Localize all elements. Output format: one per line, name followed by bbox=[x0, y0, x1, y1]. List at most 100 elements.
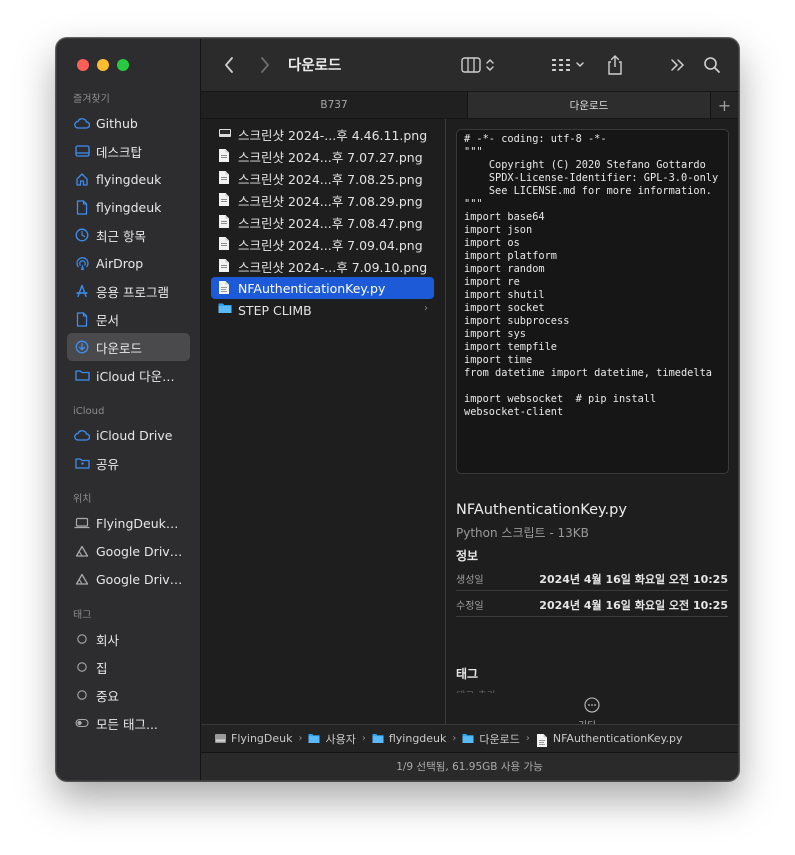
folder-icon bbox=[74, 367, 90, 383]
sidebar-item[interactable]: 최근 항목 bbox=[67, 221, 190, 249]
sidebar-item[interactable]: 모든 태그... bbox=[67, 709, 190, 737]
sidebar-favorites: 즐겨찾기 Github 데스크탑 flyingdeuk flyingdeuk 최근 항목… bbox=[57, 91, 201, 389]
sidebar-item-label: iCloud 다운… bbox=[96, 368, 175, 384]
file-row[interactable]: 스크린샷 2024-...후 7.09.10.png bbox=[211, 255, 434, 277]
zoom-window-button[interactable] bbox=[117, 59, 129, 71]
chevron-down-icon bbox=[576, 62, 584, 68]
sidebar-item[interactable]: AirDrop bbox=[67, 249, 190, 277]
sidebar-item-label: AirDrop bbox=[96, 255, 144, 271]
path-crumb[interactable]: 다운로드 bbox=[462, 731, 520, 747]
sidebar-item[interactable]: 다운로드 bbox=[67, 333, 190, 361]
sidebar-item[interactable]: 응용 프로그램 bbox=[67, 277, 190, 305]
sidebar-item-label: 다운로드 bbox=[96, 340, 143, 356]
more-toolbar-button[interactable] bbox=[667, 55, 689, 75]
close-window-button[interactable] bbox=[77, 59, 89, 71]
window-title: 다운로드 bbox=[288, 58, 342, 74]
folder-row[interactable]: STEP CLIMB › bbox=[211, 299, 434, 321]
add-tags-field[interactable]: 태그 추가... bbox=[456, 687, 506, 693]
status-bar: 1/9 선택됨, 61.95GB 사용 가능 bbox=[201, 752, 738, 780]
path-crumb-label: NFAuthenticationKey.py bbox=[552, 732, 683, 745]
finder-window: 즐겨찾기 Github 데스크탑 flyingdeuk flyingdeuk 최근 항목… bbox=[56, 38, 739, 781]
image-file-icon bbox=[218, 258, 232, 274]
view-mode-button[interactable] bbox=[457, 53, 499, 77]
path-crumb[interactable]: flyingdeuk bbox=[372, 732, 446, 745]
path-separator-icon: › bbox=[298, 733, 303, 744]
disk-icon bbox=[214, 733, 226, 744]
back-button[interactable] bbox=[219, 55, 239, 75]
share-icon bbox=[608, 55, 622, 75]
sidebar-item-label: 중요 bbox=[96, 688, 120, 704]
file-row[interactable]: 스크린샷 2024...후 7.09.04.png bbox=[211, 233, 434, 255]
path-crumb-label: 다운로드 bbox=[479, 732, 520, 746]
sidebar-item-label: flyingdeuk bbox=[96, 171, 162, 187]
file-name: 스크린샷 2024...후 7.08.25.png bbox=[238, 171, 423, 187]
shared-folder-icon bbox=[74, 455, 90, 471]
sidebar-item[interactable]: Github bbox=[67, 109, 190, 137]
modified-label: 수정일 bbox=[456, 601, 484, 612]
sidebar-item-label: flyingdeuk bbox=[96, 199, 162, 215]
tab-b737[interactable]: B737 bbox=[201, 92, 468, 118]
sidebar-item[interactable]: 중요 bbox=[67, 681, 190, 709]
tag-circle-icon bbox=[74, 659, 90, 675]
sidebar-item[interactable]: Google Driv… bbox=[67, 537, 190, 565]
document-icon bbox=[74, 199, 90, 215]
file-name: 스크린샷 2024...후 7.08.29.png bbox=[238, 193, 423, 209]
search-button[interactable] bbox=[701, 54, 723, 76]
sidebar-item-label: 응용 프로그램 bbox=[96, 284, 169, 300]
sidebar-item[interactable]: 집 bbox=[67, 653, 190, 681]
group-button[interactable] bbox=[549, 53, 587, 77]
sidebar-item[interactable]: FlyingDeuk… bbox=[67, 509, 190, 537]
sidebar-item-label: 문서 bbox=[96, 312, 120, 328]
file-name: 스크린샷 2024-...후 4.46.11.png bbox=[238, 127, 428, 143]
modified-value: 2024년 4월 16일 화요일 오전 10:25 bbox=[539, 598, 728, 612]
sidebar-item-label: 회사 bbox=[96, 632, 120, 648]
sidebar-item[interactable]: 데스크탑 bbox=[67, 137, 190, 165]
new-tab-button[interactable]: + bbox=[711, 92, 738, 118]
sidebar-item-label: 최근 항목 bbox=[96, 228, 146, 244]
sidebar-item-label: 모든 태그... bbox=[96, 716, 158, 732]
home-icon bbox=[74, 171, 90, 187]
chevron-right-icon: › bbox=[424, 303, 428, 314]
applications-icon bbox=[74, 283, 90, 299]
sidebar-item[interactable]: 회사 bbox=[67, 625, 190, 653]
sidebar-item[interactable]: iCloud Drive bbox=[67, 421, 190, 449]
file-row[interactable]: 스크린샷 2024...후 7.07.27.png bbox=[211, 145, 434, 167]
file-row[interactable]: 스크린샷 2024...후 7.08.47.png bbox=[211, 211, 434, 233]
sidebar-item[interactable]: 공유 bbox=[67, 449, 190, 477]
sidebar-item-label: 집 bbox=[96, 660, 108, 676]
minimize-window-button[interactable] bbox=[97, 59, 109, 71]
preview-info-heading: 정보 bbox=[456, 549, 479, 563]
clock-icon bbox=[74, 227, 90, 243]
updown-chevron-icon bbox=[486, 59, 494, 71]
created-label: 생성일 bbox=[456, 575, 484, 586]
columns-view-icon bbox=[461, 57, 481, 73]
sidebar-item[interactable]: iCloud 다운… bbox=[67, 361, 190, 389]
preview-file-name: NFAuthenticationKey.py bbox=[456, 502, 627, 518]
sidebar-item[interactable]: flyingdeuk bbox=[67, 165, 190, 193]
file-list-column: 스크린샷 2024-...후 4.46.11.png 스크린샷 2024...후 … bbox=[201, 119, 446, 724]
file-name: 스크린샷 2024...후 7.09.04.png bbox=[238, 237, 423, 253]
tab-bar: B737 다운로드 + bbox=[201, 91, 738, 119]
file-row[interactable]: NFAuthenticationKey.py bbox=[211, 277, 434, 299]
sidebar-item[interactable]: flyingdeuk bbox=[67, 193, 190, 221]
window-controls bbox=[77, 59, 129, 71]
forward-button[interactable] bbox=[255, 55, 275, 75]
toolbar: 다운로드 bbox=[201, 39, 738, 91]
path-crumb[interactable]: FlyingDeuk bbox=[214, 732, 292, 745]
airdrop-icon bbox=[74, 255, 90, 271]
path-crumb[interactable]: 사용자 bbox=[308, 731, 356, 747]
python-file-icon bbox=[536, 733, 548, 747]
path-crumb[interactable]: NFAuthenticationKey.py bbox=[536, 732, 683, 747]
preview-tags-heading: 태그 bbox=[456, 667, 479, 681]
sidebar-item[interactable]: 문서 bbox=[67, 305, 190, 333]
share-button[interactable] bbox=[603, 52, 627, 78]
tab-downloads[interactable]: 다운로드 bbox=[468, 92, 711, 118]
file-row[interactable]: 스크린샷 2024-...후 4.46.11.png bbox=[211, 123, 434, 145]
file-row[interactable]: 스크린샷 2024...후 7.08.29.png bbox=[211, 189, 434, 211]
sidebar-item[interactable]: Google Driv… bbox=[67, 565, 190, 593]
created-value: 2024년 4월 16일 화요일 오전 10:25 bbox=[539, 572, 728, 586]
path-crumb-label: FlyingDeuk bbox=[231, 732, 293, 745]
file-row[interactable]: 스크린샷 2024...후 7.08.25.png bbox=[211, 167, 434, 189]
path-separator-icon: › bbox=[452, 733, 457, 744]
created-row: 생성일 2024년 4월 16일 화요일 오전 10:25 bbox=[456, 567, 728, 591]
